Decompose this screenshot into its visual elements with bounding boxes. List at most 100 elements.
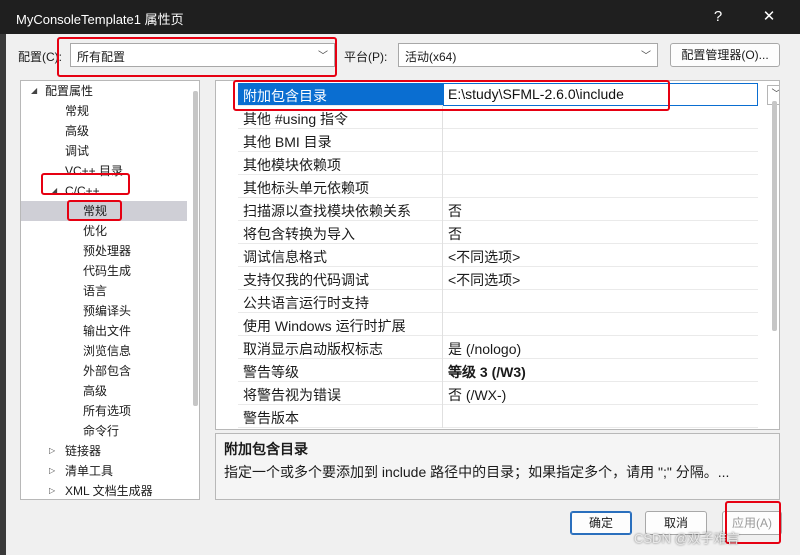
property-name: 警告版本 (243, 410, 299, 426)
property-name: 其他标头单元依赖项 (243, 180, 369, 196)
property-row[interactable]: 使用 Windows 运行时扩展 (238, 313, 758, 336)
tree-item-label: 命令行 (83, 424, 120, 438)
property-row[interactable]: 支持仅我的代码调试 <不同选项> (238, 267, 758, 290)
property-pages-window: MyConsoleTemplate1 属性页 ? ✕ 配置(C): 所有配置 ﹀… (0, 0, 800, 555)
column-separator (442, 336, 443, 359)
column-separator (442, 359, 443, 382)
property-row-additional-include-dirs[interactable]: 附加包含目录 E:\study\SFML-2.6.0\include ﹀ (238, 83, 779, 106)
tree-item-label: 高级 (65, 124, 90, 138)
property-value: 是 (/nologo) (448, 341, 522, 357)
help-button[interactable]: ? (705, 4, 731, 30)
property-name: 警告等级 (243, 364, 299, 380)
expanded-arrow-icon: ◢ (51, 186, 58, 195)
tree-scrollbar[interactable] (193, 91, 198, 406)
property-value: <不同选项> (448, 272, 521, 288)
tree-item-external-includes[interactable]: 外部包含 (21, 361, 187, 381)
property-row[interactable]: 其他 #using 指令 (238, 106, 758, 129)
property-row[interactable]: 警告等级 等级 3 (/W3) (238, 359, 758, 382)
column-separator (442, 290, 443, 313)
property-value: 等级 3 (/W3) (448, 364, 526, 380)
tree-item-cpp[interactable]: ◢ C/C++ (21, 181, 199, 201)
config-select[interactable]: 所有配置 ﹀ (70, 43, 335, 67)
config-label: 配置(C): (18, 50, 62, 64)
tree-item-label: 调试 (65, 144, 90, 158)
tree-item-linker[interactable]: ▷ 链接器 (21, 441, 187, 461)
tree-item-language[interactable]: 语言 (21, 281, 187, 301)
tree-item-label: 优化 (83, 224, 108, 238)
tree-item-vc-directories[interactable]: VC++ 目录 (21, 161, 199, 181)
property-name: 扫描源以查找模块依赖关系 (243, 203, 411, 219)
tree-item-label: 常规 (65, 104, 90, 118)
column-separator (442, 221, 443, 244)
property-name: 其他 #using 指令 (243, 111, 349, 127)
tree-item-command-line[interactable]: 命令行 (21, 421, 187, 441)
window-title: MyConsoleTemplate1 属性页 (16, 12, 184, 27)
tree-item-config-properties[interactable]: ◢ 配置属性 (21, 81, 199, 101)
property-value[interactable]: E:\study\SFML-2.6.0\include (448, 86, 624, 102)
column-separator (442, 152, 443, 175)
property-row[interactable]: 调试信息格式 <不同选项> (238, 244, 758, 267)
tree-item-preprocessor[interactable]: 预处理器 (21, 241, 187, 261)
property-row[interactable]: 将警告视为错误 否 (/WX-) (238, 382, 758, 405)
property-name: 取消显示启动版权标志 (243, 341, 383, 357)
category-tree[interactable]: ◢ 配置属性 常规 高级 调试 VC++ 目录 ◢ C/C++ 常规 优化 预处… (20, 80, 200, 500)
config-select-value: 所有配置 (77, 50, 126, 64)
property-name: 其他模块依赖项 (243, 157, 341, 173)
tree-item-label: C/C++ (65, 184, 100, 198)
tree-item-optimization[interactable]: 优化 (21, 221, 187, 241)
close-button[interactable]: ✕ (756, 4, 782, 30)
property-row[interactable]: 警告版本 (238, 405, 758, 428)
tree-item-browse-information[interactable]: 浏览信息 (21, 341, 187, 361)
property-row[interactable]: 公共语言运行时支持 (238, 290, 758, 313)
tree-item-label: 高级 (83, 384, 108, 398)
tree-item-label: 外部包含 (83, 364, 132, 378)
tree-item-label: 链接器 (65, 444, 102, 458)
title-bar: MyConsoleTemplate1 属性页 ? ✕ (0, 0, 800, 34)
property-row[interactable]: 其他标头单元依赖项 (238, 175, 758, 198)
property-grid[interactable]: 附加包含目录 E:\study\SFML-2.6.0\include ﹀ 其他 … (215, 80, 780, 430)
tree-item-label: 语言 (83, 284, 108, 298)
tree-item-label: 浏览信息 (83, 344, 132, 358)
property-row[interactable]: 取消显示启动版权标志 是 (/nologo) (238, 336, 758, 359)
tree-item-code-generation[interactable]: 代码生成 (21, 261, 187, 281)
config-manager-button[interactable]: 配置管理器(O)... (670, 43, 780, 67)
tree-item-all-options[interactable]: 所有选项 (21, 401, 187, 421)
tree-item-general[interactable]: 常规 (21, 101, 199, 121)
column-separator (442, 198, 443, 221)
tree-item-label: VC++ 目录 (65, 164, 124, 178)
tree-item-manifest-tool[interactable]: ▷ 清单工具 (21, 461, 187, 481)
platform-select[interactable]: 活动(x64) ﹀ (398, 43, 658, 67)
property-name: 其他 BMI 目录 (243, 134, 332, 150)
grid-scrollbar[interactable] (772, 101, 777, 331)
property-row[interactable]: 其他 BMI 目录 (238, 129, 758, 152)
tree-item-cpp-general[interactable]: 常规 (21, 201, 187, 221)
property-name: 附加包含目录 (243, 88, 327, 104)
platform-select-value: 活动(x64) (405, 50, 457, 64)
tree-item-output-files[interactable]: 输出文件 (21, 321, 187, 341)
tree-item-label: XML 文档生成器 (65, 484, 153, 498)
property-name: 使用 Windows 运行时扩展 (243, 318, 406, 334)
description-text: 指定一个或多个要添加到 include 路径中的目录；如果指定多个，请用 ";"… (224, 464, 730, 480)
property-name: 公共语言运行时支持 (243, 295, 369, 311)
tree-item-label: 代码生成 (83, 264, 132, 278)
property-row[interactable]: 将包含转换为导入 否 (238, 221, 758, 244)
column-separator (442, 382, 443, 405)
property-row[interactable]: 其他模块依赖项 (238, 152, 758, 175)
ok-button[interactable]: 确定 (570, 511, 632, 535)
window-edge (0, 34, 6, 555)
tree-item-advanced[interactable]: 高级 (21, 121, 199, 141)
tree-item-xml-doc-generator[interactable]: ▷ XML 文档生成器 (21, 481, 187, 499)
property-name: 支持仅我的代码调试 (243, 272, 369, 288)
tree-item-cpp-advanced[interactable]: 高级 (21, 381, 187, 401)
chevron-down-icon: ﹀ (318, 51, 328, 62)
tree-item-label: 预编译头 (83, 304, 132, 318)
property-row[interactable]: 扫描源以查找模块依赖关系 否 (238, 198, 758, 221)
tree-item-debugging[interactable]: 调试 (21, 141, 199, 161)
column-separator (442, 405, 443, 428)
tree-item-label: 预处理器 (83, 244, 132, 258)
property-name: 将警告视为错误 (243, 387, 341, 403)
column-separator (442, 175, 443, 198)
tree-item-precompiled-headers[interactable]: 预编译头 (21, 301, 187, 321)
property-name: 将包含转换为导入 (243, 226, 355, 242)
platform-label: 平台(P): (344, 50, 388, 64)
